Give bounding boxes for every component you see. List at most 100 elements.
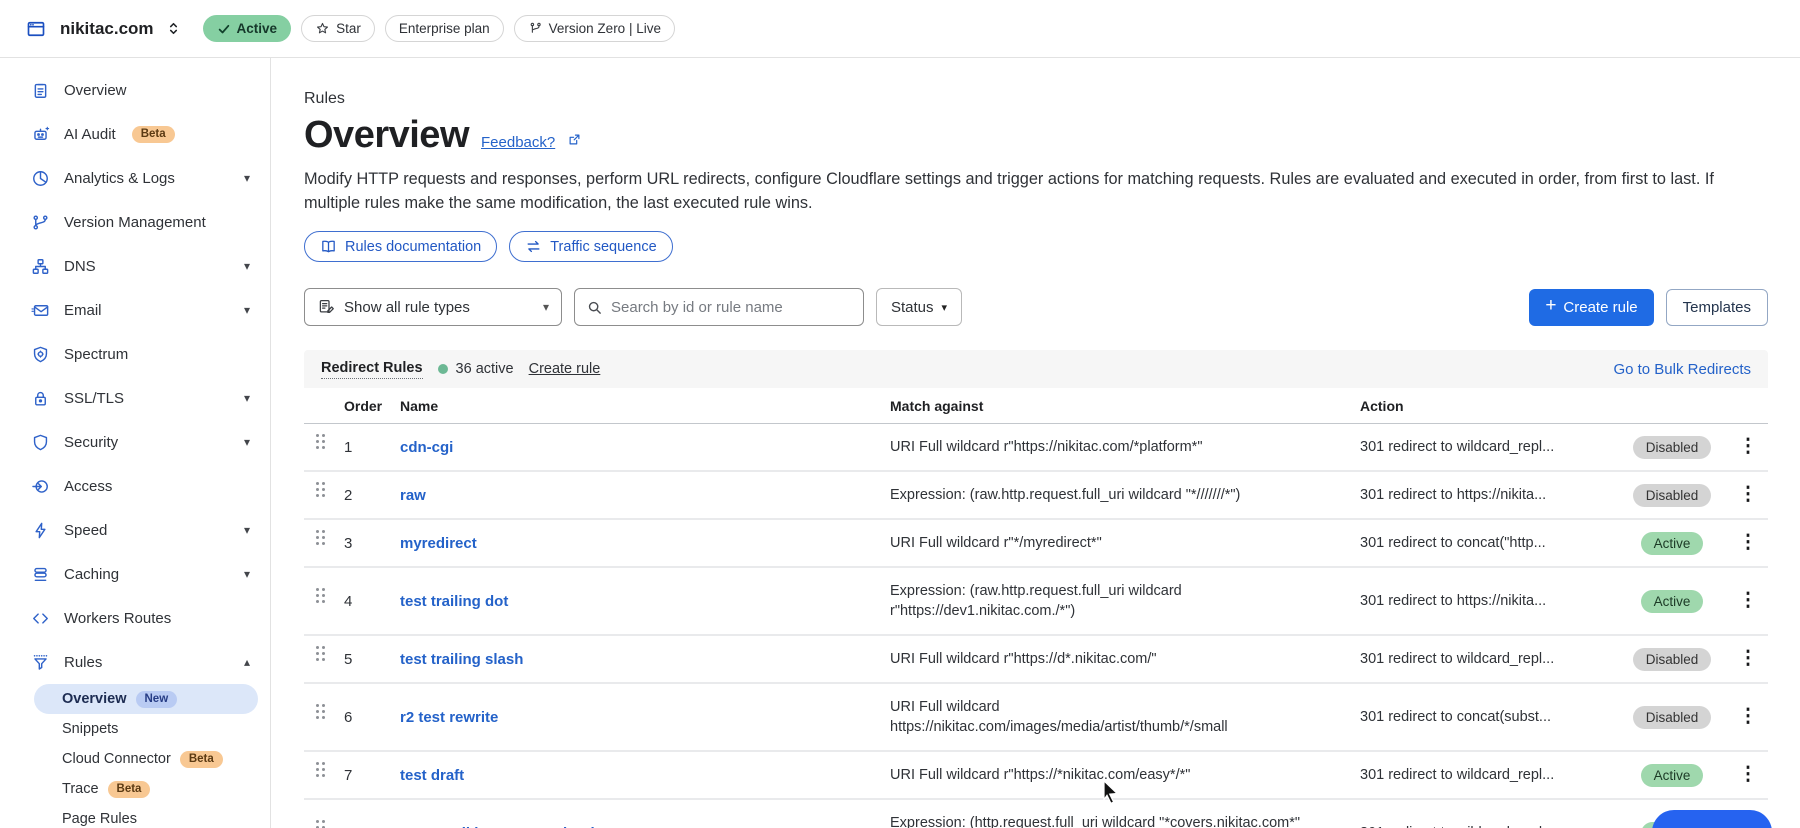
column-header-name: Name [400, 398, 890, 414]
templates-button[interactable]: Templates [1666, 289, 1768, 326]
rule-order: 8 [344, 812, 400, 828]
table-row: 5 test trailing slash URI Full wildcard … [304, 636, 1768, 684]
breadcrumb: Rules [304, 90, 1768, 108]
rule-type-filter-dropdown[interactable]: Show all rule types ▾ [304, 288, 562, 326]
lightning-icon [30, 520, 50, 540]
chevron-down-icon: ▾ [543, 300, 549, 314]
sidebar-item-caching[interactable]: Caching ▾ [0, 552, 270, 596]
rule-order: 6 [344, 696, 400, 739]
sidebar-item-speed[interactable]: Speed ▾ [0, 508, 270, 552]
beta-badge: Beta [132, 126, 175, 143]
sidebar: Overview AI Audit Beta Analytics & Logs … [0, 58, 271, 828]
book-icon [320, 238, 337, 255]
arrow-circle-icon [30, 476, 50, 496]
rule-action: 301 redirect to wildcard_repl... [1360, 812, 1616, 828]
strip-create-rule-link[interactable]: Create rule [529, 361, 601, 377]
star-button[interactable]: Star [301, 15, 375, 42]
check-icon [217, 22, 231, 36]
drag-handle[interactable] [316, 762, 326, 788]
sidebar-item-overview[interactable]: Overview [0, 68, 270, 112]
sidebar-submenu-rules: Overview New Snippets Cloud Connector Be… [0, 684, 270, 828]
rule-name-link[interactable]: myredirect [400, 522, 890, 565]
chevron-up-icon: ▴ [244, 655, 250, 669]
star-icon [315, 21, 330, 36]
search-input[interactable] [611, 299, 852, 316]
sidebar-item-spectrum[interactable]: Spectrum [0, 332, 270, 376]
sidebar-item-access[interactable]: Access [0, 464, 270, 508]
drag-handle[interactable] [316, 588, 326, 614]
rule-order: 2 [344, 474, 400, 517]
plan-badge[interactable]: Enterprise plan [385, 15, 504, 42]
bulk-redirects-link[interactable]: Go to Bulk Redirects [1613, 361, 1751, 378]
kebab-menu-icon[interactable]: ⋮ [1739, 488, 1758, 502]
table-header-row: Order Name Match against Action [304, 388, 1768, 424]
rule-action: 301 redirect to concat(subst... [1360, 696, 1616, 738]
rule-status-badge: Active [1641, 764, 1704, 787]
sidebar-item-dns[interactable]: DNS ▾ [0, 244, 270, 288]
kebab-menu-icon[interactable]: ⋮ [1739, 768, 1758, 782]
site-switcher-icon[interactable] [164, 19, 183, 38]
sidebar-item-rules-snippets[interactable]: Snippets [0, 714, 270, 744]
rule-action: 301 redirect to wildcard_repl... [1360, 754, 1616, 796]
hierarchy-icon [30, 256, 50, 276]
rule-match: Expression: (raw.http.request.full_uri w… [890, 568, 1360, 634]
padlock-icon [30, 388, 50, 408]
sidebar-item-rules-page-rules[interactable]: Page Rules [0, 804, 270, 828]
kebab-menu-icon[interactable]: ⋮ [1739, 710, 1758, 724]
table-row: 3 myredirect URI Full wildcard r"*/myred… [304, 520, 1768, 568]
drag-handle[interactable] [316, 482, 326, 508]
rule-action: 301 redirect to wildcard_repl... [1360, 638, 1616, 680]
kebab-menu-icon[interactable]: ⋮ [1739, 536, 1758, 550]
chevron-down-icon: ▾ [244, 435, 250, 449]
chevron-down-icon: ▾ [244, 567, 250, 581]
plus-icon: + [1545, 295, 1556, 317]
rule-order: 5 [344, 638, 400, 681]
sidebar-item-security[interactable]: Security ▾ [0, 420, 270, 464]
sidebar-item-ai-audit[interactable]: AI Audit Beta [0, 112, 270, 156]
sidebar-item-rules-overview[interactable]: Overview New [34, 684, 258, 714]
rule-status-badge: Disabled [1633, 706, 1712, 729]
traffic-sequence-button[interactable]: Traffic sequence [509, 231, 672, 262]
sidebar-item-workers-routes[interactable]: Workers Routes [0, 596, 270, 640]
rule-name-link[interactable]: test trailing slash [400, 638, 890, 681]
chevron-down-icon: ▾ [244, 391, 250, 405]
drag-handle[interactable] [316, 530, 326, 556]
kebab-menu-icon[interactable]: ⋮ [1739, 594, 1758, 608]
status-filter-dropdown[interactable]: Status ▾ [876, 288, 962, 326]
redirect-rules-section: Redirect Rules 36 active Create rule Go … [304, 350, 1768, 828]
status-badge: Active [203, 15, 292, 42]
swap-arrows-icon [525, 238, 542, 255]
version-badge[interactable]: Version Zero | Live [514, 15, 675, 42]
drag-handle[interactable] [316, 646, 326, 672]
rule-name-link[interactable]: raw [400, 474, 890, 517]
kebab-menu-icon[interactable]: ⋮ [1739, 652, 1758, 666]
sidebar-item-analytics-logs[interactable]: Analytics & Logs ▾ [0, 156, 270, 200]
rule-order: 1 [344, 426, 400, 469]
chevron-down-icon: ▾ [244, 171, 250, 185]
redirect-rules-tab[interactable]: Redirect Rules [321, 360, 423, 379]
main-content: Rules Overview Feedback? Modify HTTP req… [271, 58, 1800, 828]
drag-handle[interactable] [316, 434, 326, 460]
rule-name-link[interactable]: r2 test rewrite [400, 696, 890, 739]
feedback-link[interactable]: Feedback? [481, 134, 555, 151]
branch-icon [30, 212, 50, 232]
drag-handle[interactable] [316, 704, 326, 730]
sidebar-item-email[interactable]: Email ▾ [0, 288, 270, 332]
sidebar-item-rules-trace[interactable]: Trace Beta [0, 774, 270, 804]
rule-name-link[interactable]: covers.nikitac.com > Cloud Connector [400, 812, 890, 828]
pie-chart-icon [30, 168, 50, 188]
sidebar-item-rules[interactable]: Rules ▴ [0, 640, 270, 684]
rules-documentation-button[interactable]: Rules documentation [304, 231, 497, 262]
rule-name-link[interactable]: cdn-cgi [400, 426, 890, 469]
create-rule-button[interactable]: + Create rule [1529, 289, 1653, 326]
drag-handle[interactable] [316, 820, 326, 828]
sidebar-item-rules-cloud-connector[interactable]: Cloud Connector Beta [0, 744, 270, 774]
rule-name-link[interactable]: test trailing dot [400, 580, 890, 623]
beta-badge: Beta [180, 751, 223, 768]
support-chat-button[interactable] [1652, 810, 1772, 828]
sidebar-item-ssl-tls[interactable]: SSL/TLS ▾ [0, 376, 270, 420]
table-row: 8 covers.nikitac.com > Cloud Connector E… [304, 800, 1768, 828]
rule-name-link[interactable]: test draft [400, 754, 890, 797]
kebab-menu-icon[interactable]: ⋮ [1739, 440, 1758, 454]
sidebar-item-version-management[interactable]: Version Management [0, 200, 270, 244]
